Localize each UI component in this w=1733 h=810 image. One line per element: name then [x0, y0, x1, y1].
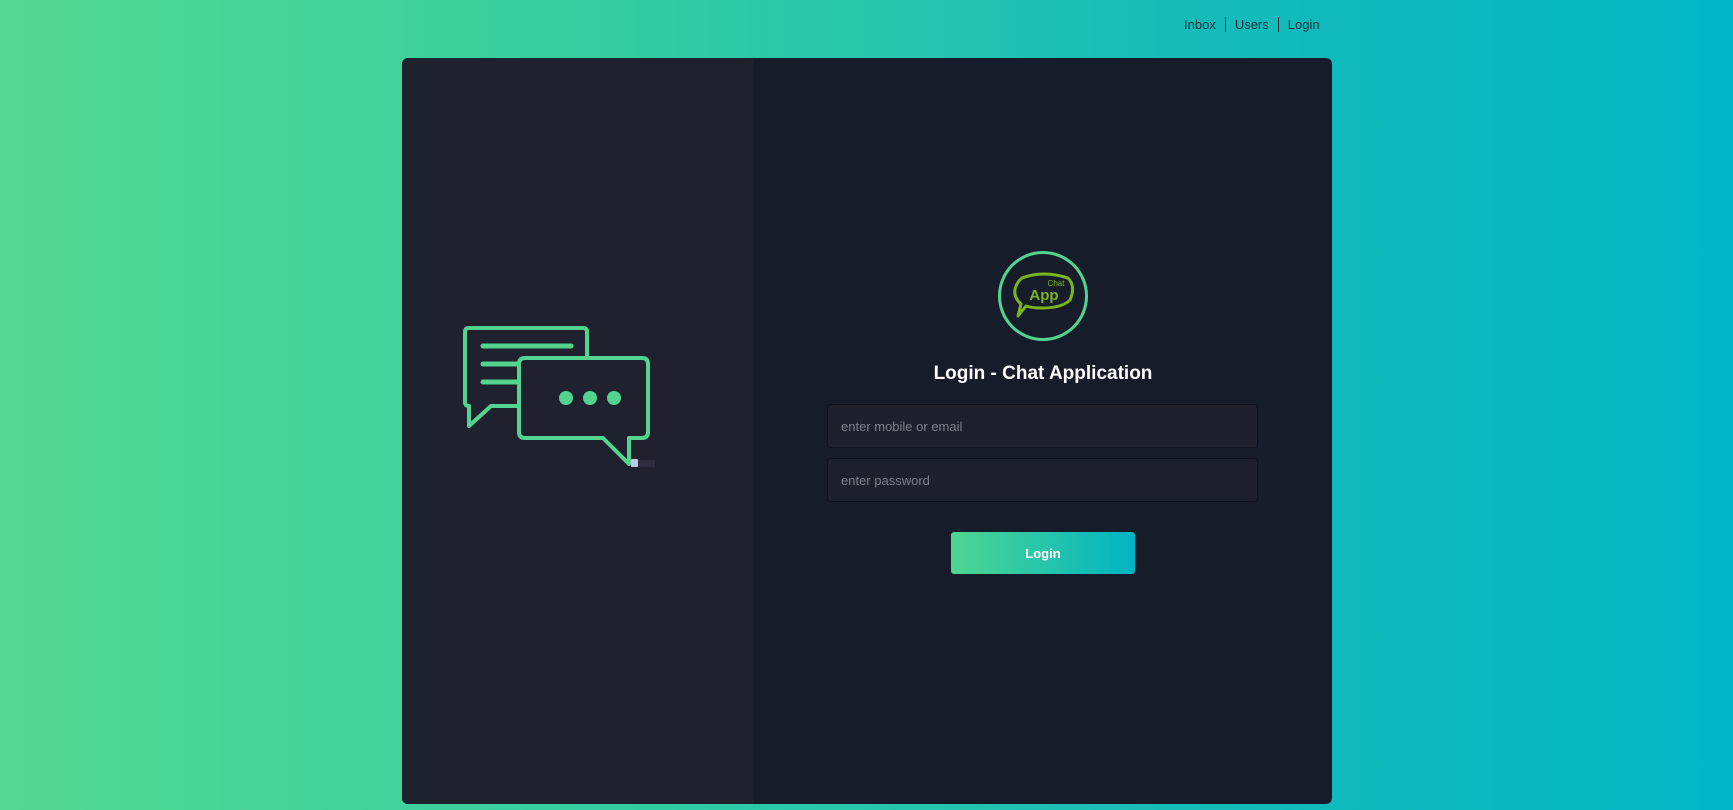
logo-app-text: App	[1029, 287, 1058, 304]
login-card: Chat App Login - Chat Application Login	[402, 58, 1332, 804]
nav-link-users[interactable]: Users	[1235, 17, 1269, 32]
login-button[interactable]: Login	[951, 532, 1135, 574]
nav-separator	[1277, 17, 1279, 32]
chat-app-logo-icon: Chat App	[998, 251, 1088, 341]
nav-separator	[1224, 17, 1226, 32]
login-panel: Chat App Login - Chat Application Login	[754, 58, 1332, 804]
chat-bubble-logo-icon: Chat App	[1013, 272, 1075, 318]
page-title: Login - Chat Application	[933, 363, 1153, 384]
chat-illustration-icon	[463, 326, 655, 467]
username-input[interactable]	[827, 404, 1258, 448]
illustration-panel	[402, 58, 754, 804]
password-input[interactable]	[827, 458, 1258, 502]
nav-link-inbox[interactable]: Inbox	[1184, 17, 1216, 32]
nav-link-login[interactable]: Login	[1288, 17, 1320, 32]
top-nav: Inbox Users Login	[1184, 17, 1320, 32]
